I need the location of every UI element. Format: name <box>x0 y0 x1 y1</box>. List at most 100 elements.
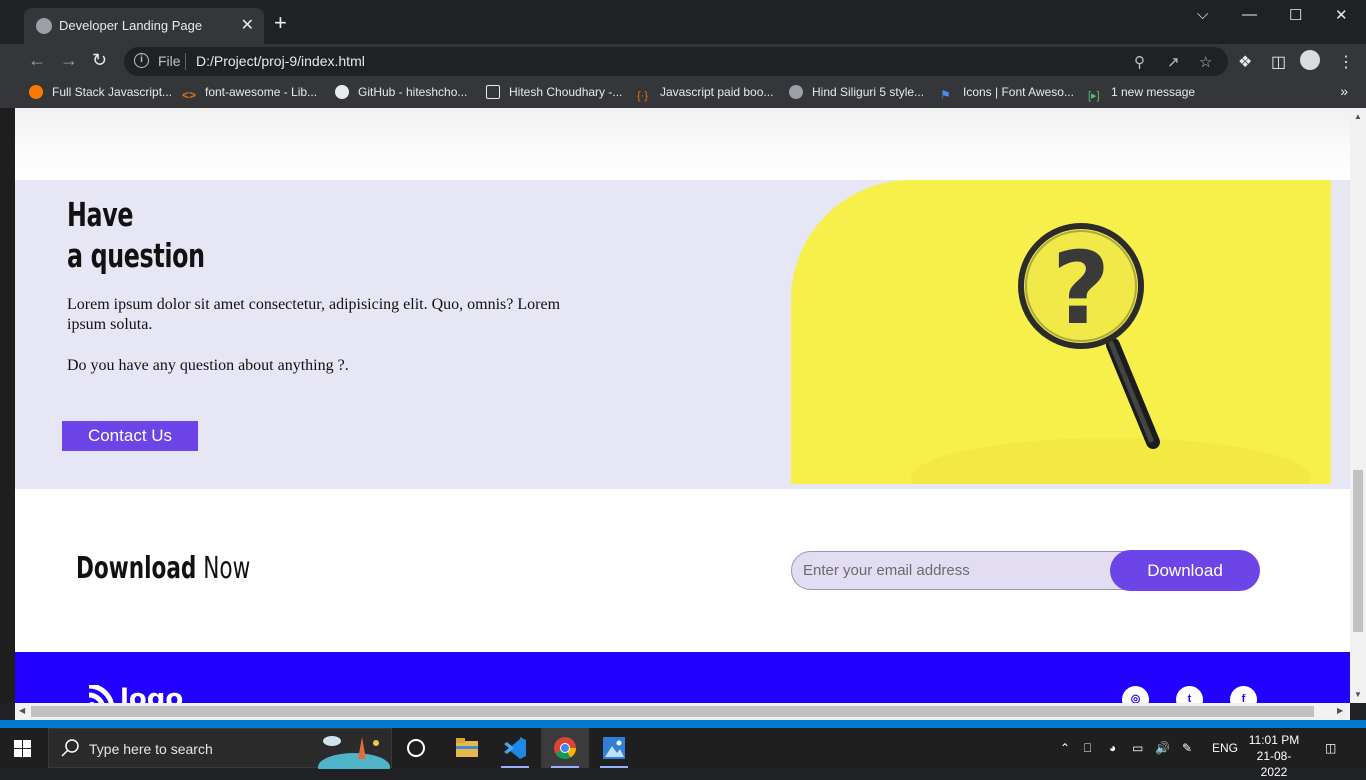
minimize-button[interactable]: — <box>1242 6 1257 23</box>
search-highlight-icon <box>318 736 390 769</box>
scroll-left-icon[interactable]: ◀ <box>19 706 25 715</box>
twitter-icon[interactable]: t <box>1176 686 1203 703</box>
bookmark-item[interactable]: [▸] 1 new message <box>1088 85 1195 103</box>
menu-icon[interactable]: ⋮ <box>1338 52 1354 72</box>
vscode-app[interactable] <box>491 728 539 768</box>
download-button[interactable]: Download <box>1110 550 1260 591</box>
scrollbar-thumb[interactable] <box>1353 470 1363 632</box>
bookmark-item[interactable]: GitHub - hiteshcho... <box>335 85 467 99</box>
meet-now-icon[interactable]: ⎕ <box>1084 741 1091 756</box>
globe-icon <box>789 85 803 99</box>
maximize-button[interactable]: ☐ <box>1289 6 1302 24</box>
bookmark-label: 1 new message <box>1111 85 1196 99</box>
chrome-icon <box>554 737 576 759</box>
tab-developer-landing-page[interactable]: Developer Landing Page ✕ <box>24 8 264 44</box>
info-icon[interactable]: i <box>134 53 149 68</box>
globe-icon <box>36 18 52 34</box>
file-explorer-app[interactable] <box>442 728 490 768</box>
close-window-button[interactable]: ✕ <box>1335 6 1348 24</box>
instagram-icon[interactable]: ◎ <box>1122 686 1149 703</box>
profile-avatar[interactable] <box>1300 50 1320 70</box>
language-indicator[interactable]: ENG <box>1212 741 1238 755</box>
chrome-app[interactable] <box>541 728 589 768</box>
tab-close-button[interactable]: ✕ <box>241 15 254 35</box>
vscode-icon <box>504 737 526 759</box>
share-icon[interactable]: ↗ <box>1167 53 1180 71</box>
scroll-down-icon[interactable]: ▼ <box>1354 690 1362 699</box>
contact-us-button[interactable]: Contact Us <box>62 421 198 451</box>
bookmark-item[interactable]: ⚑ Icons | Font Aweso... <box>940 85 1074 102</box>
notifications-icon[interactable]: ◫ <box>1325 741 1336 755</box>
download-title-bold: Download <box>76 551 197 586</box>
windows-start-icon[interactable] <box>14 740 32 757</box>
new-tab-button[interactable]: + <box>274 12 287 34</box>
star-icon[interactable]: ☆ <box>1199 53 1212 71</box>
bookmark-item[interactable]: <> font-awesome - Lib... <box>182 85 317 102</box>
download-title: Download Now <box>76 551 250 586</box>
bookmark-label: Icons | Font Aweso... <box>963 85 1074 99</box>
clock-time: 11:01 PM <box>1248 733 1300 747</box>
question-title: Have a question <box>67 194 205 276</box>
github-icon <box>335 85 349 99</box>
photos-app[interactable] <box>590 728 638 768</box>
section-shadow <box>15 108 1350 180</box>
scroll-right-icon[interactable]: ▶ <box>1337 706 1343 715</box>
title-line: Have <box>67 195 134 234</box>
question-subtext: Do you have any question about anything … <box>67 357 349 374</box>
side-panel-icon[interactable]: ◫ <box>1271 52 1286 72</box>
horizontal-scrollbar[interactable]: ◀ ▶ <box>15 703 1350 720</box>
scroll-up-icon[interactable]: ▲ <box>1354 112 1362 121</box>
show-hidden-icons[interactable]: ⌃ <box>1060 741 1070 755</box>
bookmark-label: Hitesh Choudhary -... <box>509 85 623 99</box>
logo-rss-icon <box>88 685 114 703</box>
clock[interactable]: 11:01 PM 21-08-2022 <box>1248 732 1300 780</box>
taskbar: Type here to search ⌃ ⎕ ◕ ▭ 🔊 ✎ ENG 11:0… <box>0 728 1366 779</box>
magnifier-image: ? <box>791 180 1331 484</box>
scrollbar-thumb[interactable] <box>31 706 1314 717</box>
page-viewport: Have a question Lorem ipsum dolor sit am… <box>15 108 1350 703</box>
bookmark-item[interactable]: Full Stack Javascript... <box>29 85 172 99</box>
battery-icon[interactable]: ▭ <box>1132 741 1143 755</box>
forward-icon[interactable]: → <box>60 50 78 71</box>
tab-search-icon[interactable]: ⌵ <box>1197 6 1208 23</box>
download-form: Download <box>791 550 1260 591</box>
address-bar[interactable]: i File D:/Project/proj-9/index.html ⚲ ↗ … <box>124 47 1228 76</box>
tab-title: Developer Landing Page <box>59 18 203 33</box>
back-icon[interactable]: ← <box>28 50 46 71</box>
email-field[interactable] <box>791 551 1131 590</box>
taskbar-search[interactable]: Type here to search <box>48 728 392 769</box>
bookmark-label: Hind Siliguri 5 style... <box>812 85 925 99</box>
bookmark-label: font-awesome - Lib... <box>205 85 318 99</box>
bookmark-label: GitHub - hiteshcho... <box>358 85 468 99</box>
chat-icon: [▸] <box>1088 90 1100 102</box>
url-text[interactable]: D:/Project/proj-9/index.html <box>196 53 365 69</box>
magnifying-glass-icon: ? <box>911 223 1311 484</box>
bookmark-item[interactable]: Hind Siliguri 5 style... <box>789 85 924 99</box>
search-placeholder: Type here to search <box>89 741 213 757</box>
bookmark-label: Full Stack Javascript... <box>52 85 173 99</box>
left-gutter <box>0 108 15 703</box>
tab-strip: Developer Landing Page ✕ + ⌵ — ☐ ✕ <box>0 0 1366 44</box>
divider <box>185 53 186 70</box>
question-mark: ? <box>1052 230 1110 347</box>
volume-icon[interactable]: 🔊 <box>1155 741 1170 755</box>
extensions-icon[interactable]: ❖ <box>1238 52 1252 72</box>
flag-icon: ⚑ <box>940 88 951 102</box>
bookmark-item[interactable]: {·} Javascript paid boo... <box>637 85 773 104</box>
photos-icon <box>603 737 625 759</box>
more-bookmarks-button[interactable]: » <box>1340 83 1348 99</box>
zoom-icon[interactable]: ⚲ <box>1134 53 1145 71</box>
vertical-scrollbar[interactable]: ▲ ▼ <box>1350 108 1366 703</box>
download-title-thin: Now <box>203 551 251 586</box>
folder-icon <box>456 738 478 757</box>
pen-icon[interactable]: ✎ <box>1182 741 1192 755</box>
editor-status-bar <box>0 720 1366 728</box>
bookmark-item[interactable]: Hitesh Choudhary -... <box>486 85 622 99</box>
question-text: Lorem ipsum dolor sit amet consectetur, … <box>67 296 561 333</box>
bookmark-label: Javascript paid boo... <box>660 85 774 99</box>
cortana-icon[interactable] <box>407 739 425 757</box>
wifi-icon[interactable]: ◕ <box>1109 741 1116 755</box>
footer: logo ◎ t f <box>15 652 1350 703</box>
facebook-icon[interactable]: f <box>1230 686 1257 703</box>
reload-icon[interactable]: ↻ <box>92 50 107 71</box>
